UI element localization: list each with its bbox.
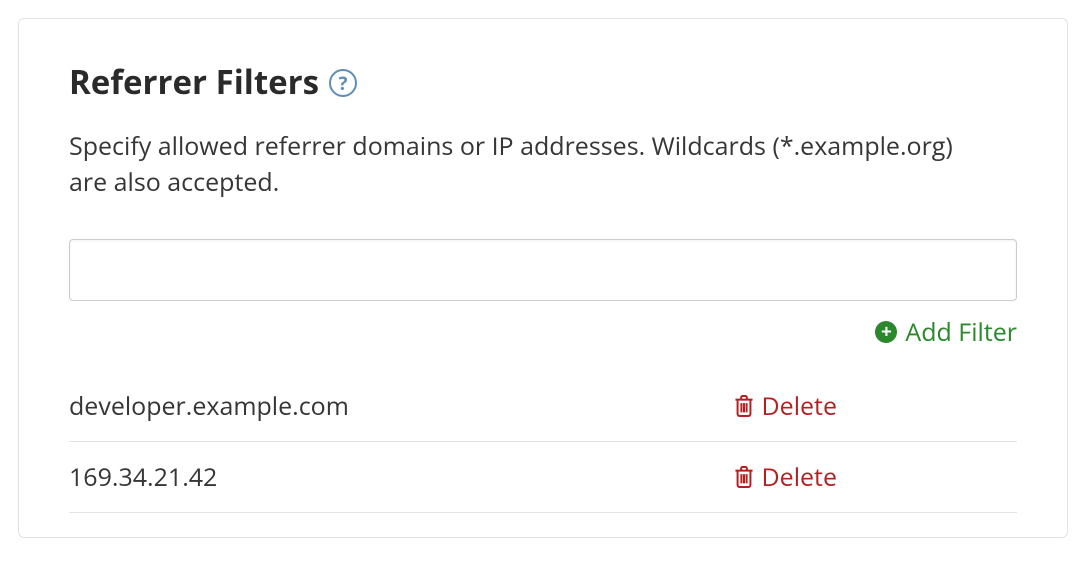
delete-label: Delete bbox=[762, 389, 837, 423]
panel-description: Specify allowed referrer domains or IP a… bbox=[69, 128, 969, 201]
filter-item: 169.34.21.42 Delete bbox=[69, 442, 1017, 513]
referrer-filters-panel: Referrer Filters ? Specify allowed refer… bbox=[18, 18, 1068, 538]
add-filter-row: + Add Filter bbox=[69, 315, 1017, 349]
trash-icon bbox=[734, 394, 754, 418]
delete-filter-button[interactable]: Delete bbox=[734, 460, 837, 494]
plus-circle-icon: + bbox=[875, 321, 897, 343]
panel-title: Referrer Filters bbox=[69, 59, 319, 104]
delete-label: Delete bbox=[762, 460, 837, 494]
filter-value: 169.34.21.42 bbox=[69, 460, 734, 494]
trash-icon bbox=[734, 465, 754, 489]
panel-header: Referrer Filters ? bbox=[69, 59, 1017, 104]
help-icon[interactable]: ? bbox=[329, 69, 357, 97]
add-filter-label: Add Filter bbox=[905, 315, 1017, 349]
filter-item: developer.example.com Delete bbox=[69, 371, 1017, 442]
referrer-filter-input[interactable] bbox=[69, 239, 1017, 301]
add-filter-button[interactable]: + Add Filter bbox=[875, 315, 1017, 349]
filter-value: developer.example.com bbox=[69, 389, 734, 423]
delete-filter-button[interactable]: Delete bbox=[734, 389, 837, 423]
